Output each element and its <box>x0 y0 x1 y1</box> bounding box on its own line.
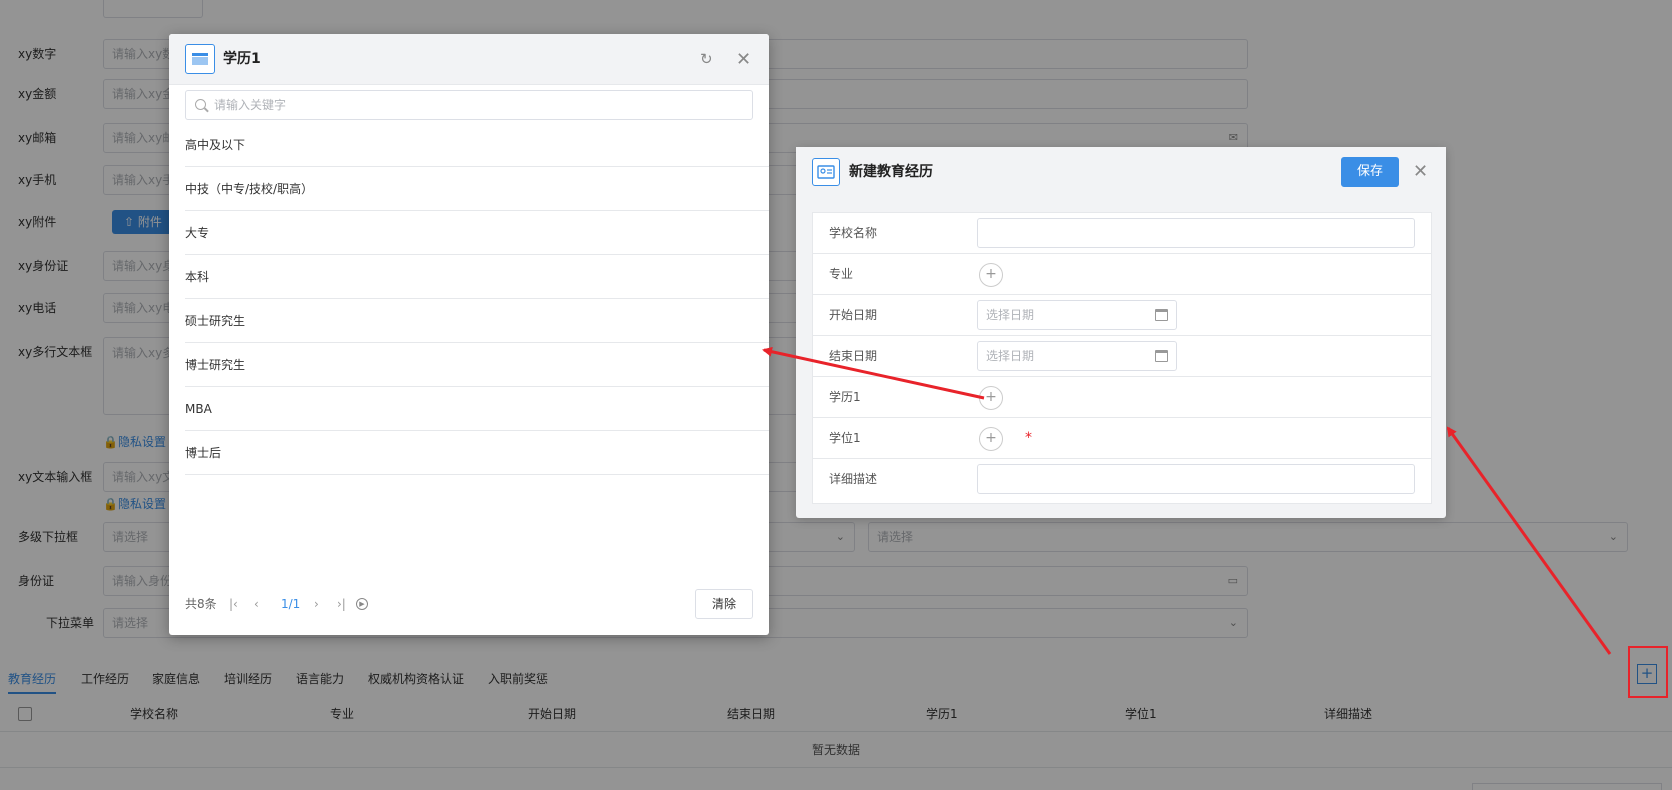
table-icon <box>185 44 215 74</box>
field-degree1: 学历1 + <box>813 377 1431 418</box>
field-label: 学历1 <box>829 390 861 404</box>
modal-header: 学历1 ↻ ✕ <box>169 34 769 85</box>
field-description: 详细描述 <box>813 459 1431 500</box>
calendar-icon <box>1155 309 1168 321</box>
placeholder: 选择日期 <box>986 349 1035 363</box>
field-label: 学位1 <box>829 431 861 445</box>
close-icon[interactable]: ✕ <box>1413 147 1428 197</box>
field-major: 专业 + <box>813 254 1431 295</box>
page-indicator: 1/1 <box>281 597 301 611</box>
major-add-button[interactable]: + <box>979 263 1003 287</box>
first-page-icon[interactable]: |‹ <box>229 589 238 619</box>
field-start-date: 开始日期 选择日期 <box>813 295 1431 336</box>
list-item[interactable]: MBA <box>185 387 769 431</box>
field-label: 开始日期 <box>829 308 878 322</box>
list-item[interactable]: 本科 <box>185 255 769 299</box>
degree-picker-modal: 学历1 ↻ ✕ 高中及以下 中技（中专/技校/职高） 大专 本科 硕士研究生 博… <box>169 34 769 635</box>
new-education-modal: 新建教育经历 保存 ✕ 学校名称 专业 + 开始日期 选择日期 结束日期 选择日… <box>796 147 1446 518</box>
school-input[interactable] <box>977 218 1415 248</box>
close-icon[interactable]: ✕ <box>736 34 751 85</box>
degree1-add-button[interactable]: + <box>979 386 1003 410</box>
pagination-bar: 共8条 |‹ ‹ 1/1 › ›| ▶ 清除 <box>169 589 769 619</box>
list-item[interactable]: 硕士研究生 <box>185 299 769 343</box>
field-label: 详细描述 <box>829 472 878 486</box>
list-item[interactable]: 高中及以下 <box>185 123 769 167</box>
field-school: 学校名称 <box>813 213 1431 254</box>
modal-title: 学历1 <box>223 51 261 67</box>
search-box <box>185 90 753 120</box>
clear-button[interactable]: 清除 <box>695 589 753 619</box>
refresh-icon[interactable]: ↻ <box>700 34 713 85</box>
field-label: 专业 <box>829 267 854 281</box>
degree2-add-button[interactable]: + <box>979 427 1003 451</box>
description-input[interactable] <box>977 464 1415 494</box>
field-end-date: 结束日期 选择日期 <box>813 336 1431 377</box>
search-input[interactable] <box>214 95 734 115</box>
total-count: 共8条 <box>185 597 217 611</box>
prev-page-icon[interactable]: ‹ <box>254 589 259 619</box>
contact-card-icon <box>812 158 840 186</box>
list-item[interactable]: 中技（中专/技校/职高） <box>185 167 769 211</box>
end-date-picker[interactable]: 选择日期 <box>977 341 1177 371</box>
field-label: 学校名称 <box>829 226 878 240</box>
list-item[interactable]: 博士研究生 <box>185 343 769 387</box>
start-date-picker[interactable]: 选择日期 <box>977 300 1177 330</box>
field-label: 结束日期 <box>829 349 878 363</box>
calendar-icon <box>1155 350 1168 362</box>
option-list: 高中及以下 中技（中专/技校/职高） 大专 本科 硕士研究生 博士研究生 MBA… <box>185 123 769 475</box>
annotation-highlight-box <box>1628 646 1668 698</box>
placeholder: 选择日期 <box>986 308 1035 322</box>
field-degree2: 学位1 + * <box>813 418 1431 459</box>
last-page-icon[interactable]: ›| <box>337 589 346 619</box>
search-icon <box>195 99 206 110</box>
modal-header: 新建教育经历 保存 ✕ <box>796 147 1446 197</box>
required-mark: * <box>1025 430 1032 446</box>
go-page-icon[interactable]: ▶ <box>356 598 368 610</box>
next-page-icon[interactable]: › <box>314 589 319 619</box>
education-form: 学校名称 专业 + 开始日期 选择日期 结束日期 选择日期 学历1 + 学位1 … <box>812 212 1432 504</box>
list-item[interactable]: 博士后 <box>185 431 769 475</box>
modal-title: 新建教育经历 <box>849 164 933 180</box>
save-button[interactable]: 保存 <box>1341 157 1399 187</box>
list-item[interactable]: 大专 <box>185 211 769 255</box>
